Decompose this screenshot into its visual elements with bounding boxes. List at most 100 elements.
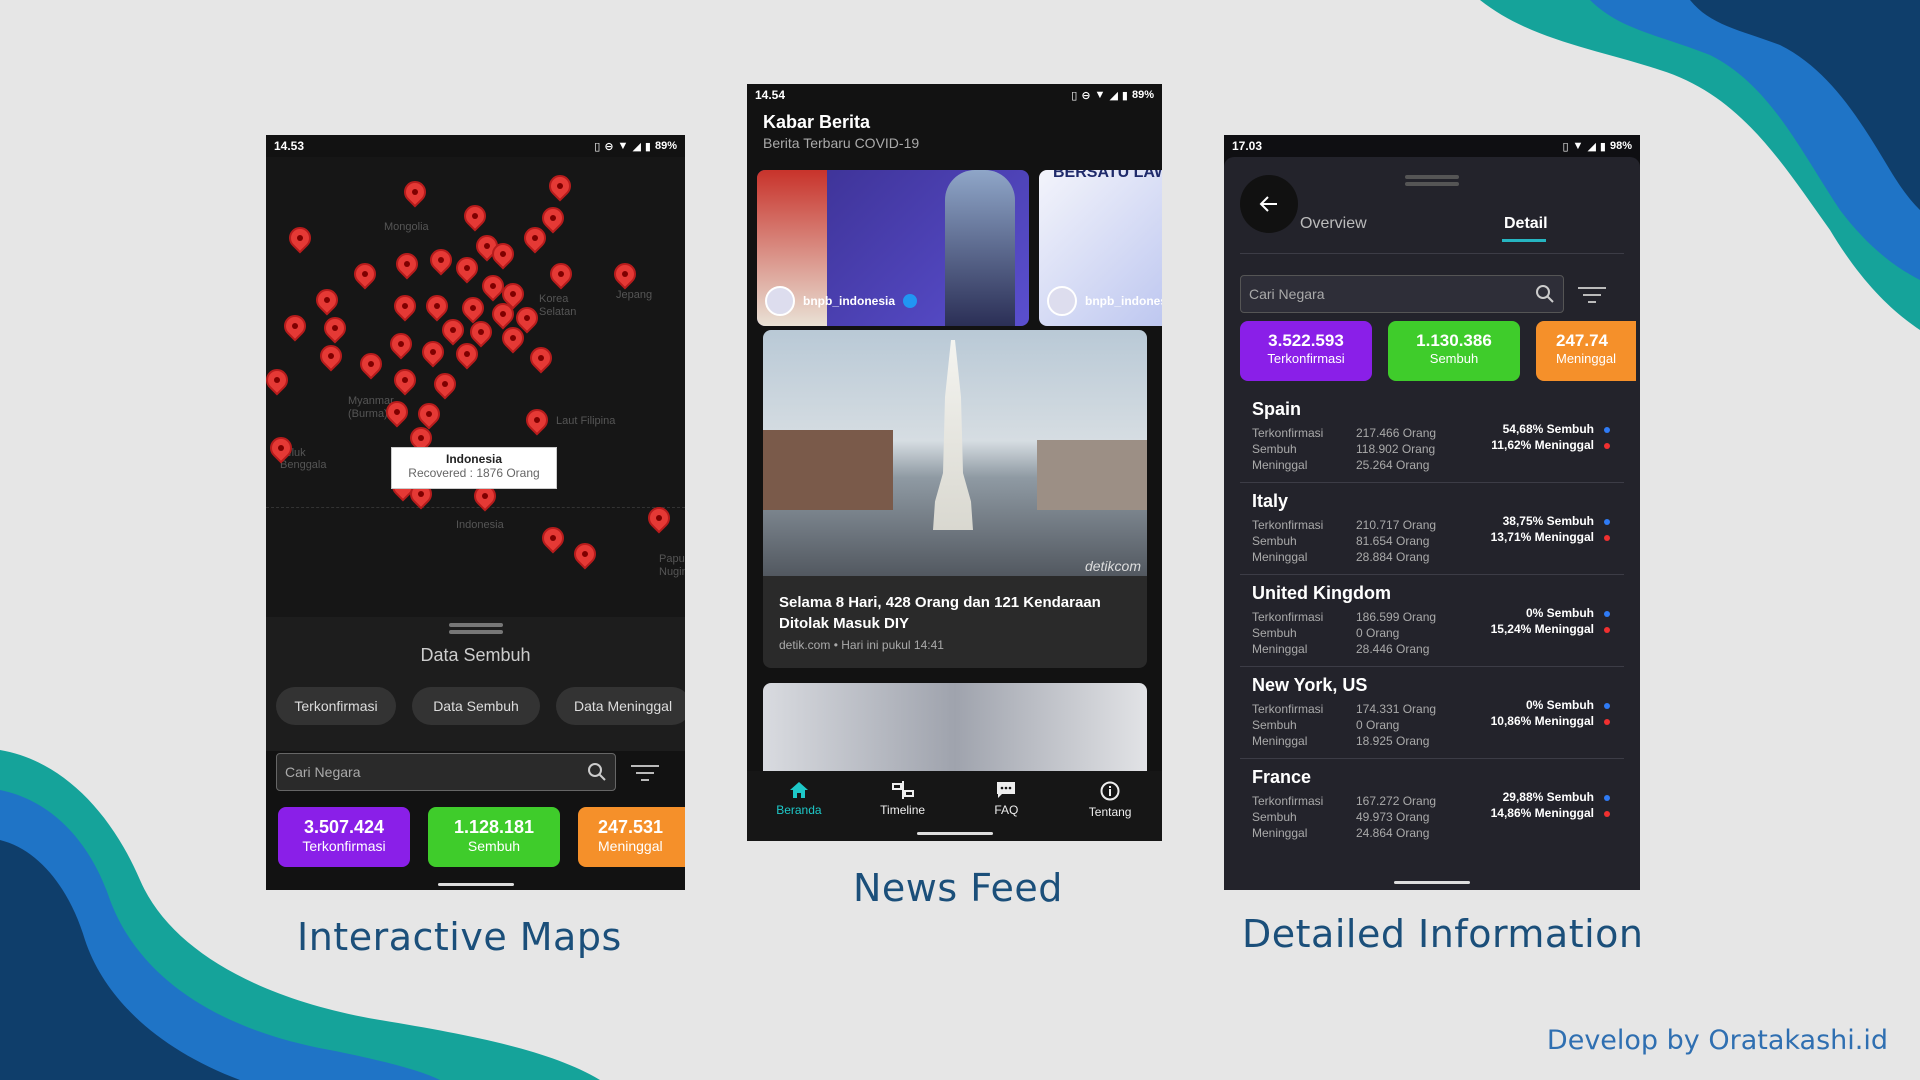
map-pin[interactable] bbox=[451, 252, 483, 284]
country-row[interactable]: New York, US Terkonfirmasi Sembuh Meninggal… bbox=[1240, 669, 1624, 759]
search-input[interactable]: Cari Negara bbox=[276, 753, 616, 791]
deaths-percent: 14,86% Meninggal bbox=[1490, 806, 1594, 820]
row-values: 210.717 Orang 81.654 Orang 28.884 Orang bbox=[1356, 517, 1436, 565]
country-row[interactable]: United Kingdom Terkonfirmasi Sembuh Meningg… bbox=[1240, 577, 1624, 667]
chip-data-sembuh[interactable]: Data Sembuh bbox=[412, 687, 540, 725]
map-pin[interactable] bbox=[319, 312, 351, 344]
wifi-icon: ▼ bbox=[1572, 140, 1584, 152]
deaths-value: 25.264 Orang bbox=[1356, 458, 1430, 472]
battery-level: 89% bbox=[1131, 89, 1154, 101]
recovered-value: 0 Orang bbox=[1356, 626, 1400, 640]
tab-overview[interactable]: Overview bbox=[1300, 215, 1367, 233]
recovered-value: 118.902 Orang bbox=[1356, 442, 1436, 456]
map-pin[interactable] bbox=[385, 328, 417, 360]
map-pin[interactable] bbox=[391, 248, 423, 280]
map-pin[interactable] bbox=[279, 310, 311, 342]
map-pin[interactable] bbox=[311, 284, 343, 316]
row-divider bbox=[1240, 482, 1624, 483]
recovered-percent: 29,88% Sembuh bbox=[1502, 790, 1594, 804]
news-card[interactable]: detikcom Selama 8 Hari, 428 Orang dan 12… bbox=[763, 330, 1147, 668]
percentages: 54,68% Sembuh 11,62% Meninggal bbox=[1491, 421, 1610, 453]
drag-handle[interactable] bbox=[448, 623, 503, 627]
story-username: bnpb_indonesia bbox=[803, 294, 896, 308]
country-row[interactable]: France Terkonfirmasi Sembuh Meninggal 167.27… bbox=[1240, 761, 1624, 851]
wifi-icon: ▼ bbox=[617, 140, 629, 152]
map-pin[interactable] bbox=[355, 348, 387, 380]
stat-sembuh: 1.128.181 Sembuh bbox=[428, 807, 560, 867]
map-pin[interactable] bbox=[425, 244, 457, 276]
nav-beranda[interactable]: Beranda bbox=[747, 771, 851, 841]
vibrate-icon: ▯ bbox=[1562, 140, 1569, 153]
map-pin[interactable] bbox=[437, 314, 469, 346]
recovered-value: 49.973 Orang bbox=[1356, 810, 1430, 824]
nav-faq[interactable]: FAQ bbox=[955, 771, 1059, 841]
status-icons: ▯ ⊖ ▼ ◢ ▮ 89% bbox=[594, 140, 677, 153]
chip-terkonfirmasi[interactable]: Terkonfirmasi bbox=[276, 687, 396, 725]
map-pin[interactable] bbox=[537, 522, 569, 554]
drag-handle[interactable] bbox=[1405, 175, 1459, 179]
status-icons: ▯ ⊖ ▼ ◢ ▮ 89% bbox=[1071, 89, 1154, 102]
country-row[interactable]: Spain Terkonfirmasi Sembuh Meninggal 217.466… bbox=[1240, 393, 1624, 483]
map-pin[interactable] bbox=[521, 404, 553, 436]
deaths-percent: 15,24% Meninggal bbox=[1490, 622, 1594, 636]
row-labels: Terkonfirmasi Sembuh Meninggal bbox=[1252, 794, 1324, 840]
dnd-icon: ⊖ bbox=[604, 140, 614, 153]
chip-data-meninggal[interactable]: Data Meninggal bbox=[556, 687, 685, 725]
battery-icon: ▮ bbox=[1121, 89, 1128, 102]
map-pin[interactable] bbox=[421, 290, 453, 322]
map-pin[interactable] bbox=[457, 292, 489, 324]
news-source: detik.com bbox=[779, 638, 831, 652]
battery-level: 98% bbox=[1609, 140, 1632, 152]
instagram-story-card[interactable]: BERSATU LAWAN bnpb_indonesia bbox=[1039, 170, 1162, 326]
country-name: New York, US bbox=[1252, 675, 1368, 695]
map-pin[interactable] bbox=[459, 200, 491, 232]
recovered-value: 0 Orang bbox=[1356, 718, 1400, 732]
row-values: 186.599 Orang 0 Orang 28.446 Orang bbox=[1356, 609, 1436, 657]
nav-tentang[interactable]: Tentang bbox=[1058, 771, 1162, 841]
deaths-value: 24.864 Orang bbox=[1356, 826, 1430, 840]
map-pin[interactable] bbox=[545, 258, 577, 290]
search-placeholder: Cari Negara bbox=[285, 764, 361, 780]
map-pin[interactable] bbox=[525, 342, 557, 374]
bottom-sheet bbox=[266, 617, 685, 751]
map-pin[interactable] bbox=[349, 258, 381, 290]
back-button[interactable] bbox=[1240, 175, 1298, 233]
tab-detail[interactable]: Detail bbox=[1504, 215, 1548, 233]
news-card[interactable] bbox=[763, 683, 1147, 783]
story-user: bnpb_indonesia bbox=[765, 286, 918, 316]
tooltip-title: Indonesia bbox=[445, 452, 502, 466]
instagram-story-card[interactable]: bnpb_indonesia bbox=[757, 170, 1029, 326]
map-pin[interactable] bbox=[429, 368, 461, 400]
map-pin[interactable] bbox=[315, 340, 347, 372]
avatar bbox=[1047, 286, 1077, 316]
bottom-navigation: Beranda Timeline FAQ Tentang bbox=[747, 771, 1162, 841]
nav-timeline[interactable]: Timeline bbox=[851, 771, 955, 841]
map-pin[interactable] bbox=[284, 222, 316, 254]
map-pin[interactable] bbox=[389, 290, 421, 322]
map-pin[interactable] bbox=[266, 364, 293, 396]
map-pin[interactable] bbox=[609, 258, 641, 290]
red-dot-icon bbox=[1604, 626, 1610, 633]
filter-icon[interactable] bbox=[1578, 285, 1606, 305]
signal-icon: ◢ bbox=[632, 140, 641, 153]
battery-level: 89% bbox=[654, 140, 677, 152]
map-pin[interactable] bbox=[544, 170, 576, 202]
country-row[interactable]: Italy Terkonfirmasi Sembuh Meninggal 210.717… bbox=[1240, 485, 1624, 575]
search-input[interactable]: Cari Negara bbox=[1240, 275, 1564, 313]
filter-icon[interactable] bbox=[631, 763, 659, 783]
search-icon[interactable] bbox=[587, 762, 607, 782]
map-pin[interactable] bbox=[569, 538, 601, 570]
signal-icon: ◢ bbox=[1109, 89, 1118, 102]
search-icon[interactable] bbox=[1535, 284, 1555, 304]
map-pin[interactable] bbox=[417, 336, 449, 368]
page-title: Kabar Berita bbox=[763, 112, 871, 132]
map-pin[interactable] bbox=[399, 176, 431, 208]
map-pin[interactable] bbox=[413, 398, 445, 430]
search-placeholder: Cari Negara bbox=[1249, 286, 1325, 302]
news-meta: detik.com • Hari ini pukul 14:41 bbox=[779, 638, 944, 652]
home-indicator bbox=[1394, 881, 1470, 884]
map-label: Mongolia bbox=[384, 221, 429, 233]
map-pin[interactable] bbox=[389, 364, 421, 396]
map-label: Papua Nugini bbox=[659, 553, 685, 578]
battery-icon: ▮ bbox=[1599, 140, 1606, 153]
